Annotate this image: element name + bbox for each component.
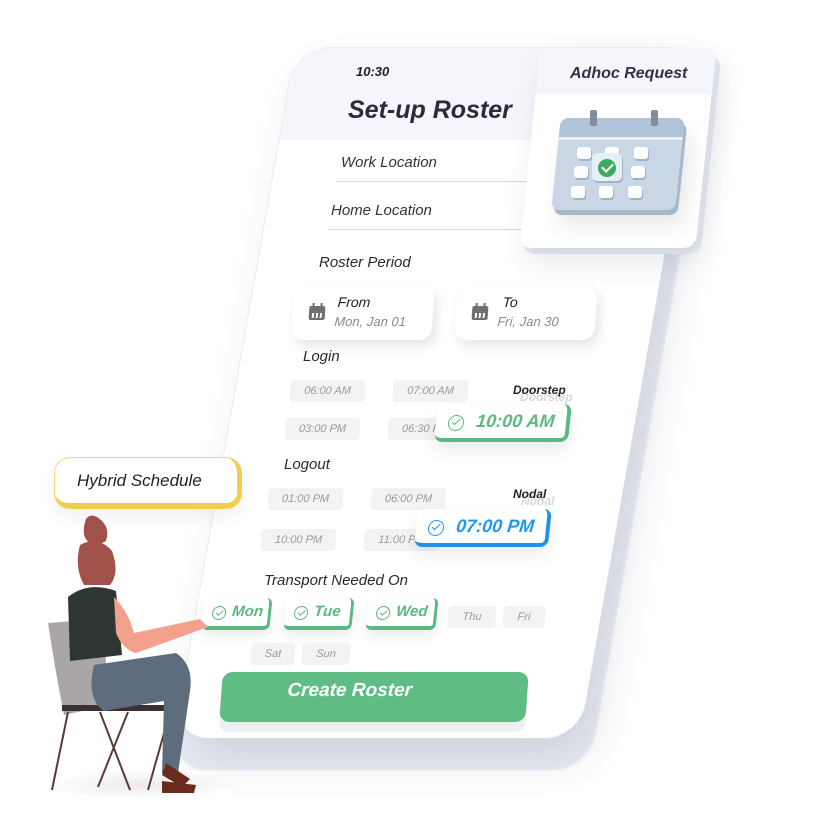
calendar-header-bar xyxy=(558,118,685,140)
day-sun[interactable]: Sun xyxy=(301,643,351,665)
day-wed-selected[interactable]: Wed xyxy=(365,598,439,630)
day-label: Wed xyxy=(395,603,429,620)
doorstep-tag: Doorstep xyxy=(513,383,566,397)
page-title: Set-up Roster xyxy=(348,96,512,124)
home-location-field[interactable]: Home Location xyxy=(331,202,432,219)
calendar-cell xyxy=(577,147,591,159)
calendar-icon xyxy=(471,306,489,320)
logout-option[interactable]: 06:00 PM xyxy=(370,488,447,510)
day-label: Tue xyxy=(313,603,342,620)
torso xyxy=(68,587,122,661)
calendar-cell xyxy=(571,186,585,198)
check-circle-icon xyxy=(447,415,465,431)
calendar-cell xyxy=(574,166,588,178)
transport-label: Transport Needed On xyxy=(264,572,408,589)
logout-label: Logout xyxy=(284,456,330,473)
login-label: Login xyxy=(303,348,340,365)
home-location-underline xyxy=(328,229,528,230)
day-tue-selected[interactable]: Tue xyxy=(283,598,355,630)
work-location-underline xyxy=(336,181,536,182)
head xyxy=(77,541,116,585)
calendar-icon xyxy=(308,306,326,320)
create-roster-label: Create Roster xyxy=(286,680,413,701)
to-date-picker[interactable]: To Fri, Jan 30 xyxy=(454,286,598,340)
login-selected-value: 10:00 AM xyxy=(475,411,556,431)
hybrid-schedule-label: Hybrid Schedule xyxy=(77,471,202,490)
nodal-tag: Nodal xyxy=(513,487,547,501)
calendar-ring-icon xyxy=(651,110,658,126)
login-option[interactable]: 07:00 AM xyxy=(392,380,469,402)
check-circle-icon xyxy=(293,606,309,620)
day-fri[interactable]: Fri xyxy=(502,606,546,628)
calendar-ring-icon xyxy=(590,110,597,126)
check-circle-icon xyxy=(598,159,616,177)
work-location-field[interactable]: Work Location xyxy=(341,154,437,171)
woman-on-chair-illustration xyxy=(48,515,208,793)
calendar-cell xyxy=(634,147,648,159)
to-value: Fri, Jan 30 xyxy=(496,314,560,329)
calendar-cell xyxy=(628,186,642,198)
hair-bun xyxy=(83,515,108,544)
from-value: Mon, Jan 01 xyxy=(333,314,407,329)
check-circle-icon xyxy=(375,606,391,620)
stage: 10:30 Set-up Roster Work Location Home L… xyxy=(0,0,830,823)
roster-period-label: Roster Period xyxy=(319,254,411,271)
login-selected-time[interactable]: 10:00 AM xyxy=(434,404,572,442)
adhoc-request-title: Adhoc Request xyxy=(570,65,688,82)
logout-option[interactable]: 10:00 PM xyxy=(260,529,337,551)
from-date-picker[interactable]: From Mon, Jan 01 xyxy=(291,286,435,340)
login-option[interactable]: 06:00 AM xyxy=(289,380,366,402)
to-label: To xyxy=(502,294,519,310)
logout-selected-time[interactable]: 07:00 PM xyxy=(414,509,552,547)
hybrid-schedule-badge: Hybrid Schedule xyxy=(54,457,242,509)
login-option[interactable]: 03:00 PM xyxy=(284,418,361,440)
create-roster-button[interactable]: Create Roster xyxy=(219,672,529,722)
arm xyxy=(114,597,208,653)
calendar-cell xyxy=(599,186,613,198)
calendar-cell xyxy=(631,166,645,178)
legs xyxy=(91,653,191,773)
day-thu[interactable]: Thu xyxy=(447,606,497,628)
check-circle-icon xyxy=(427,520,445,536)
from-label: From xyxy=(337,294,372,310)
logout-selected-value: 07:00 PM xyxy=(455,516,536,536)
status-time: 10:30 xyxy=(356,64,390,79)
logout-option[interactable]: 01:00 PM xyxy=(267,488,344,510)
